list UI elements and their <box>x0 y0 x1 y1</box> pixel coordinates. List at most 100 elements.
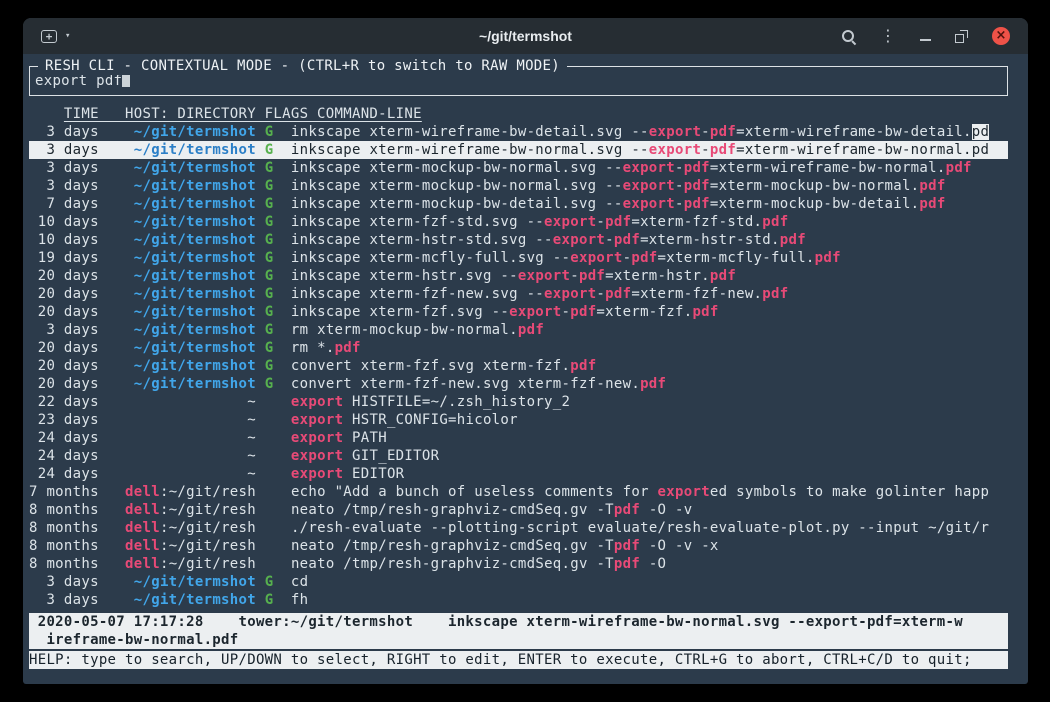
row-flags <box>265 412 274 428</box>
history-row[interactable]: 22 days ~ export HISTFILE=~/.zsh_history… <box>29 393 1008 411</box>
row-time: 8 months <box>29 520 99 536</box>
history-row[interactable]: 8 months dell:~/git/resh neato /tmp/resh… <box>29 555 1008 573</box>
detail-line: 2020-05-07 17:17:28 tower:~/git/termshot… <box>29 613 1008 631</box>
row-flags: G <box>265 268 274 284</box>
table-header-text: TIME HOST: DIRECTORY FLAGS COMMAND-LINE <box>64 106 422 122</box>
history-row[interactable]: 3 days ~/git/termshot G inkscape xterm-m… <box>29 159 1008 177</box>
history-row[interactable]: 8 months dell:~/git/resh neato /tmp/resh… <box>29 501 1008 519</box>
row-host: ~/git/termshot <box>108 214 256 230</box>
history-row[interactable]: 3 days ~/git/termshot G rm xterm-mockup-… <box>29 321 1008 339</box>
row-host: ~/git/termshot <box>108 574 256 590</box>
row-command: inkscape xterm-wireframe-bw-normal.svg -… <box>291 142 989 158</box>
row-host: ~ <box>108 448 256 464</box>
row-time: 3 days <box>29 178 99 194</box>
help-bar: HELP: type to search, UP/DOWN to select,… <box>29 651 1008 669</box>
row-time: 8 months <box>29 556 99 572</box>
row-host: dell:~/git/resh <box>108 538 256 554</box>
row-flags <box>265 520 274 536</box>
row-command: inkscape xterm-fzf-new.svg --export-pdf=… <box>291 286 789 302</box>
row-host: ~/git/termshot <box>108 124 256 140</box>
history-row[interactable]: 20 days ~/git/termshot G convert xterm-f… <box>29 375 1008 393</box>
row-flags: G <box>265 340 274 356</box>
new-tab-icon[interactable]: + <box>41 30 57 43</box>
titlebar[interactable]: + ▾ ~/git/termshot ⋮ × <box>23 18 1028 54</box>
row-flags: G <box>265 214 274 230</box>
detail-line: ireframe-bw-normal.pdf <box>29 631 1008 649</box>
history-row[interactable]: 8 months dell:~/git/resh neato /tmp/resh… <box>29 537 1008 555</box>
row-flags: G <box>265 232 274 248</box>
row-flags: G <box>265 322 274 338</box>
history-row[interactable]: 20 days ~/git/termshot G convert xterm-f… <box>29 357 1008 375</box>
row-host: ~/git/termshot <box>108 592 256 608</box>
restore-button[interactable] <box>955 30 968 43</box>
row-command: inkscape xterm-hstr.svg --export-pdf=xte… <box>291 268 736 284</box>
tab-dropdown-caret-icon[interactable]: ▾ <box>65 32 70 41</box>
row-flags: G <box>265 142 274 158</box>
row-host: dell:~/git/resh <box>108 502 256 518</box>
row-flags: G <box>265 124 274 140</box>
search-box[interactable]: RESH CLI - CONTEXTUAL MODE - (CTRL+R to … <box>29 66 1008 96</box>
history-row[interactable]: 3 days ~/git/termshot G inkscape xterm-m… <box>29 177 1008 195</box>
row-time: 3 days <box>29 592 99 608</box>
kebab-menu-icon[interactable]: ⋮ <box>880 28 896 44</box>
row-host: ~/git/termshot <box>108 322 256 338</box>
row-host: ~/git/termshot <box>108 268 256 284</box>
row-command: neato /tmp/resh-graphviz-cmdSeq.gv -Tpdf… <box>291 538 719 554</box>
row-command: rm *.pdf <box>291 340 361 356</box>
history-row[interactable]: 23 days ~ export HSTR_CONFIG=hicolor <box>29 411 1008 429</box>
history-row[interactable]: 7 months dell:~/git/resh echo "Add a bun… <box>29 483 1008 501</box>
row-flags <box>265 430 274 446</box>
history-row[interactable]: 10 days ~/git/termshot G inkscape xterm-… <box>29 231 1008 249</box>
history-row[interactable]: 24 days ~ export EDITOR <box>29 465 1008 483</box>
row-time: 22 days <box>29 394 99 410</box>
minimize-button[interactable] <box>920 39 931 41</box>
history-row[interactable]: 20 days ~/git/termshot G inkscape xterm-… <box>29 285 1008 303</box>
row-host: ~/git/termshot <box>108 160 256 176</box>
history-row[interactable]: 8 months dell:~/git/resh ./resh-evaluate… <box>29 519 1008 537</box>
history-row[interactable]: 20 days ~/git/termshot G inkscape xterm-… <box>29 267 1008 285</box>
history-row[interactable]: 24 days ~ export PATH <box>29 429 1008 447</box>
row-host: ~/git/termshot <box>108 232 256 248</box>
row-time: 24 days <box>29 466 99 482</box>
history-row[interactable]: 7 days ~/git/termshot G inkscape xterm-m… <box>29 195 1008 213</box>
row-flags: G <box>265 196 274 212</box>
row-flags <box>265 538 274 554</box>
row-host: ~/git/termshot <box>108 142 256 158</box>
row-time: 3 days <box>29 142 99 158</box>
row-time: 23 days <box>29 412 99 428</box>
close-button[interactable]: × <box>992 27 1010 45</box>
history-row[interactable]: 20 days ~/git/termshot G inkscape xterm-… <box>29 303 1008 321</box>
row-time: 20 days <box>29 286 99 302</box>
history-row[interactable]: 19 days ~/git/termshot G inkscape xterm-… <box>29 249 1008 267</box>
row-flags: G <box>265 178 274 194</box>
row-command: export HISTFILE=~/.zsh_history_2 <box>291 394 570 410</box>
search-icon[interactable] <box>841 29 856 44</box>
row-host: dell:~/git/resh <box>108 484 256 500</box>
history-row[interactable]: 3 days ~/git/termshot G inkscape xterm-w… <box>29 141 1008 159</box>
row-time: 20 days <box>29 358 99 374</box>
history-row[interactable]: 10 days ~/git/termshot G inkscape xterm-… <box>29 213 1008 231</box>
history-row[interactable]: 3 days ~/git/termshot G fh <box>29 591 1008 609</box>
row-flags <box>265 556 274 572</box>
row-command: export PATH <box>291 430 387 446</box>
row-time: 3 days <box>29 160 99 176</box>
row-host: ~ <box>108 394 256 410</box>
titlebar-left-controls: + ▾ <box>41 30 70 43</box>
row-time: 3 days <box>29 574 99 590</box>
row-flags <box>265 484 274 500</box>
row-flags <box>265 466 274 482</box>
row-flags: G <box>265 592 274 608</box>
row-command: inkscape xterm-hstr-std.svg --export-pdf… <box>291 232 806 248</box>
row-host: ~/git/termshot <box>108 196 256 212</box>
history-row[interactable]: 24 days ~ export GIT_EDITOR <box>29 447 1008 465</box>
history-row[interactable]: 3 days ~/git/termshot G cd <box>29 573 1008 591</box>
row-command: fh <box>291 592 308 608</box>
row-host: ~/git/termshot <box>108 304 256 320</box>
row-host: ~/git/termshot <box>108 286 256 302</box>
history-row[interactable]: 20 days ~/git/termshot G rm *.pdf <box>29 339 1008 357</box>
row-time: 8 months <box>29 502 99 518</box>
history-row[interactable]: 3 days ~/git/termshot G inkscape xterm-w… <box>29 123 1008 141</box>
row-time: 7 months <box>29 484 99 500</box>
row-time: 10 days <box>29 214 99 230</box>
row-command: ./resh-evaluate --plotting-script evalua… <box>291 520 989 536</box>
